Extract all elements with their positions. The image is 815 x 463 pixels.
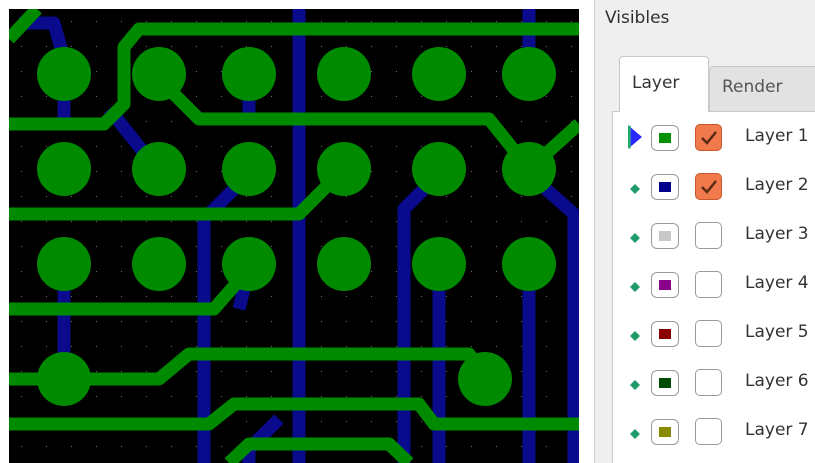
layer-diamond-icon [628, 230, 642, 246]
color-chip [659, 329, 671, 339]
pad [222, 47, 276, 101]
color-chip [659, 133, 671, 143]
layer-label: Layer 6 [745, 371, 809, 391]
pad [317, 47, 371, 101]
layer-row[interactable]: Layer 1 [613, 120, 815, 160]
pad [502, 142, 556, 196]
layer-color-swatch[interactable] [651, 174, 679, 200]
pad [37, 352, 91, 406]
pad [502, 237, 556, 291]
layer-color-swatch[interactable] [651, 125, 679, 151]
pad [412, 237, 466, 291]
layer-label: Layer 1 [745, 126, 809, 146]
visibility-checkbox[interactable] [695, 418, 722, 445]
panel-title: Visibles [605, 8, 670, 28]
color-chip [659, 427, 671, 437]
layer-row[interactable]: Layer 3 [613, 218, 815, 258]
pad [222, 237, 276, 291]
layer-color-swatch[interactable] [651, 272, 679, 298]
visibles-panel: Visibles Layer Render Layer 1 Layer 2 Laye… [594, 0, 815, 463]
layer-label: Layer 7 [745, 420, 809, 440]
visibility-checkbox[interactable] [695, 124, 722, 151]
pad [502, 47, 556, 101]
pcb-drawing [9, 9, 579, 463]
color-chip [659, 280, 671, 290]
visibility-checkbox[interactable] [695, 369, 722, 396]
tab-layer[interactable]: Layer [619, 56, 709, 112]
tab-render[interactable]: Render [709, 66, 815, 112]
layer-row[interactable]: Layer 2 [613, 169, 815, 209]
layer-label: Layer 5 [745, 322, 809, 342]
checkmark-icon [701, 180, 717, 194]
pad [132, 47, 186, 101]
layer-label: Layer 4 [745, 273, 809, 293]
layer-diamond-icon [628, 279, 642, 295]
pad [317, 237, 371, 291]
layer-diamond-icon [628, 181, 642, 197]
pad [222, 142, 276, 196]
layer-list: Layer 1 Layer 2 Layer 3 Layer 4 Layer 5 Layer… [612, 111, 815, 463]
pad [412, 47, 466, 101]
splitter[interactable] [579, 0, 594, 463]
layer-row[interactable]: Layer 4 [613, 267, 815, 307]
layer-color-swatch[interactable] [651, 223, 679, 249]
color-chip [659, 182, 671, 192]
layer-diamond-icon [628, 328, 642, 344]
visibility-checkbox[interactable] [695, 173, 722, 200]
visibility-checkbox[interactable] [695, 320, 722, 347]
layer-label: Layer 3 [745, 224, 809, 244]
visibility-checkbox[interactable] [695, 222, 722, 249]
layer-row[interactable]: Layer 7 [613, 414, 815, 454]
pad [132, 142, 186, 196]
layer-row[interactable]: Layer 6 [613, 365, 815, 405]
pad [132, 237, 186, 291]
layer-label: Layer 2 [745, 175, 809, 195]
color-chip [659, 378, 671, 388]
pad [412, 142, 466, 196]
pad [37, 237, 91, 291]
pad [458, 352, 512, 406]
visibility-checkbox[interactable] [695, 271, 722, 298]
layer-color-swatch[interactable] [651, 321, 679, 347]
pad [37, 47, 91, 101]
active-layer-arrow-icon [628, 125, 642, 149]
layer-diamond-icon [628, 426, 642, 442]
layer-row[interactable]: Layer 5 [613, 316, 815, 356]
pad [37, 142, 91, 196]
color-chip [659, 231, 671, 241]
layer-color-swatch[interactable] [651, 419, 679, 445]
pad [317, 142, 371, 196]
layer-color-swatch[interactable] [651, 370, 679, 396]
layer-diamond-icon [628, 377, 642, 393]
pcb-canvas[interactable] [9, 9, 579, 463]
checkmark-icon [701, 131, 717, 145]
